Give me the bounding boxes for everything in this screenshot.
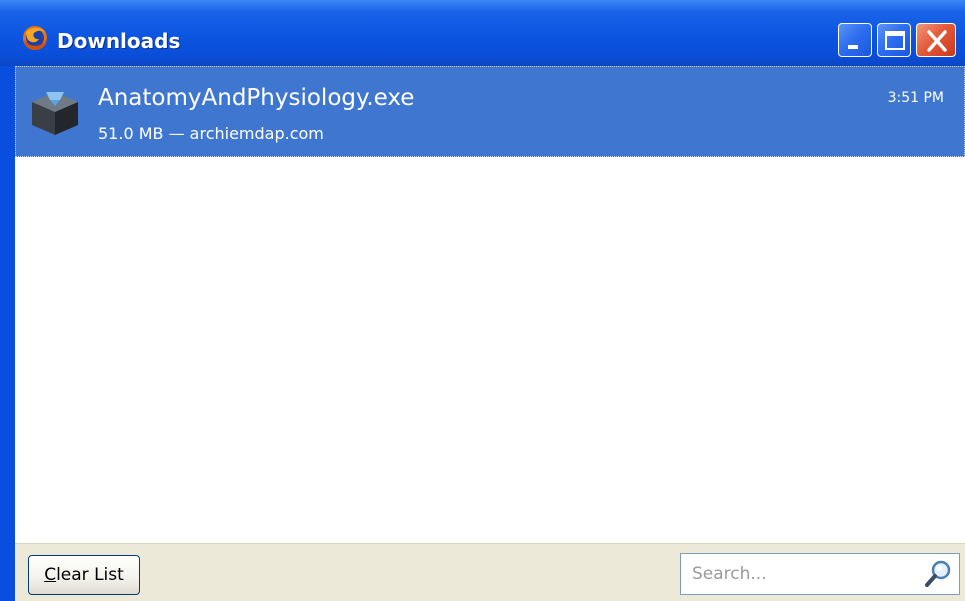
executable-file-icon	[32, 92, 78, 135]
close-icon	[927, 30, 947, 52]
footer-bar: Clear List	[15, 543, 965, 601]
download-time: 3:51 PM	[887, 90, 944, 106]
search-box[interactable]	[680, 553, 960, 595]
title-bar[interactable]: Downloads	[0, 0, 965, 66]
minimize-icon	[848, 45, 858, 49]
download-file-name: AnatomyAndPhysiology.exe	[98, 85, 415, 111]
downloads-window: Downloads AnatomyAndPhysiology.exe 51.0 …	[0, 0, 965, 601]
minimize-button[interactable]	[838, 23, 872, 57]
clear-list-button[interactable]: Clear List	[28, 555, 140, 595]
close-button[interactable]	[916, 23, 956, 57]
window-title: Downloads	[57, 29, 181, 53]
search-input[interactable]	[681, 554, 916, 594]
firefox-icon	[23, 26, 47, 50]
clear-list-mnemonic: C	[44, 565, 57, 585]
maximize-button[interactable]	[877, 23, 911, 57]
downloads-list[interactable]: AnatomyAndPhysiology.exe 51.0 MB — archi…	[15, 66, 965, 543]
maximize-icon	[885, 31, 905, 50]
clear-list-label: lear List	[56, 565, 124, 585]
download-item[interactable]: AnatomyAndPhysiology.exe 51.0 MB — archi…	[15, 66, 965, 157]
download-status: 51.0 MB — archiemdap.com	[98, 124, 324, 143]
magnifier-icon[interactable]	[923, 559, 953, 589]
